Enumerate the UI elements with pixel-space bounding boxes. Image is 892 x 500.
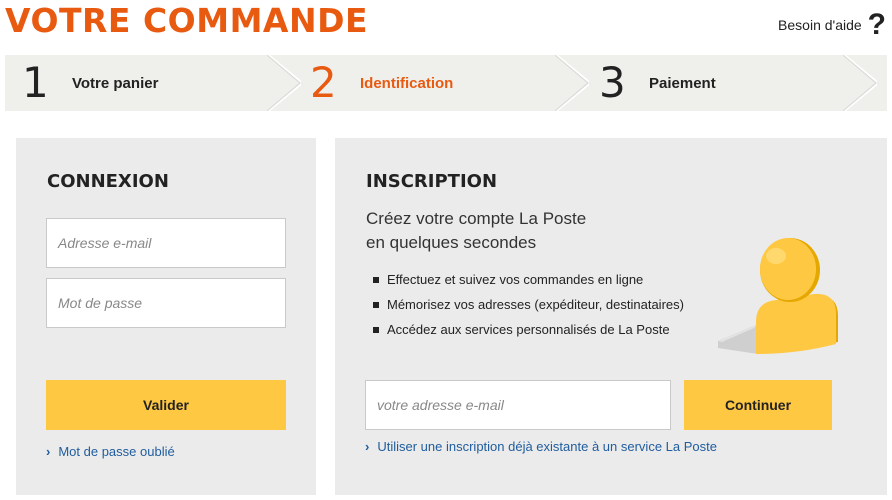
step-label: Paiement [649, 74, 716, 92]
existing-account-label: Utiliser une inscription déjà existante … [377, 439, 717, 454]
step-label: Identification [360, 74, 454, 92]
step-identification: 2 Identification [310, 55, 453, 111]
signup-subtitle-line: en quelques secondes [366, 233, 537, 252]
help-label: Besoin d'aide [778, 17, 862, 33]
step-separator-icon [555, 55, 589, 111]
step-number: 1 [22, 58, 49, 107]
feature-text: Accédez aux services personnalisés de La… [387, 322, 670, 337]
bullet-icon [373, 301, 379, 308]
login-panel: CONNEXION Adresse e-mail Mot de passe Va… [16, 138, 316, 495]
feature-text: Mémorisez vos adresses (expéditeur, dest… [387, 297, 684, 312]
feature-item: Mémorisez vos adresses (expéditeur, dest… [373, 292, 684, 317]
signup-subtitle: Créez votre compte La Poste en quelques … [366, 207, 586, 255]
bullet-icon [373, 326, 379, 333]
step-cart: 1 Votre panier [22, 55, 158, 111]
signup-title: INSCRIPTION [366, 171, 498, 192]
chevron-right-icon: › [365, 439, 370, 454]
forgot-password-label: Mot de passe oublié [58, 444, 175, 459]
step-number: 3 [599, 58, 626, 107]
feature-text: Effectuez et suivez vos commandes en lig… [387, 272, 644, 287]
step-separator-icon [267, 55, 301, 111]
signup-subtitle-line: Créez votre compte La Poste [366, 209, 587, 228]
feature-item: Accédez aux services personnalisés de La… [373, 317, 684, 342]
checkout-steps: 1 Votre panier 2 Identification 3 Paieme… [5, 55, 887, 111]
feature-list: Effectuez et suivez vos commandes en lig… [373, 267, 684, 342]
step-number: 2 [310, 58, 337, 107]
bullet-icon [373, 276, 379, 283]
feature-item: Effectuez et suivez vos commandes en lig… [373, 267, 684, 292]
step-label: Votre panier [72, 74, 159, 92]
signup-email-field[interactable]: votre adresse e-mail [365, 380, 671, 430]
signup-panel: INSCRIPTION Créez votre compte La Poste … [335, 138, 887, 495]
question-mark-icon: ? [867, 8, 886, 41]
step-separator-icon [843, 55, 877, 111]
user-avatar-icon [718, 238, 838, 354]
help-link[interactable]: Besoin d'aide ? [778, 10, 886, 40]
login-title: CONNEXION [47, 171, 169, 192]
password-field[interactable]: Mot de passe [46, 278, 286, 328]
continue-button[interactable]: Continuer [684, 380, 832, 430]
step-payment: 3 Paiement [599, 55, 716, 111]
chevron-right-icon: › [46, 444, 51, 459]
email-field[interactable]: Adresse e-mail [46, 218, 286, 268]
page-title: VOTRE COMMANDE [5, 1, 369, 40]
forgot-password-link[interactable]: › Mot de passe oublié [46, 444, 175, 459]
existing-account-link[interactable]: › Utiliser une inscription déjà existant… [365, 439, 717, 454]
validate-button[interactable]: Valider [46, 380, 286, 430]
